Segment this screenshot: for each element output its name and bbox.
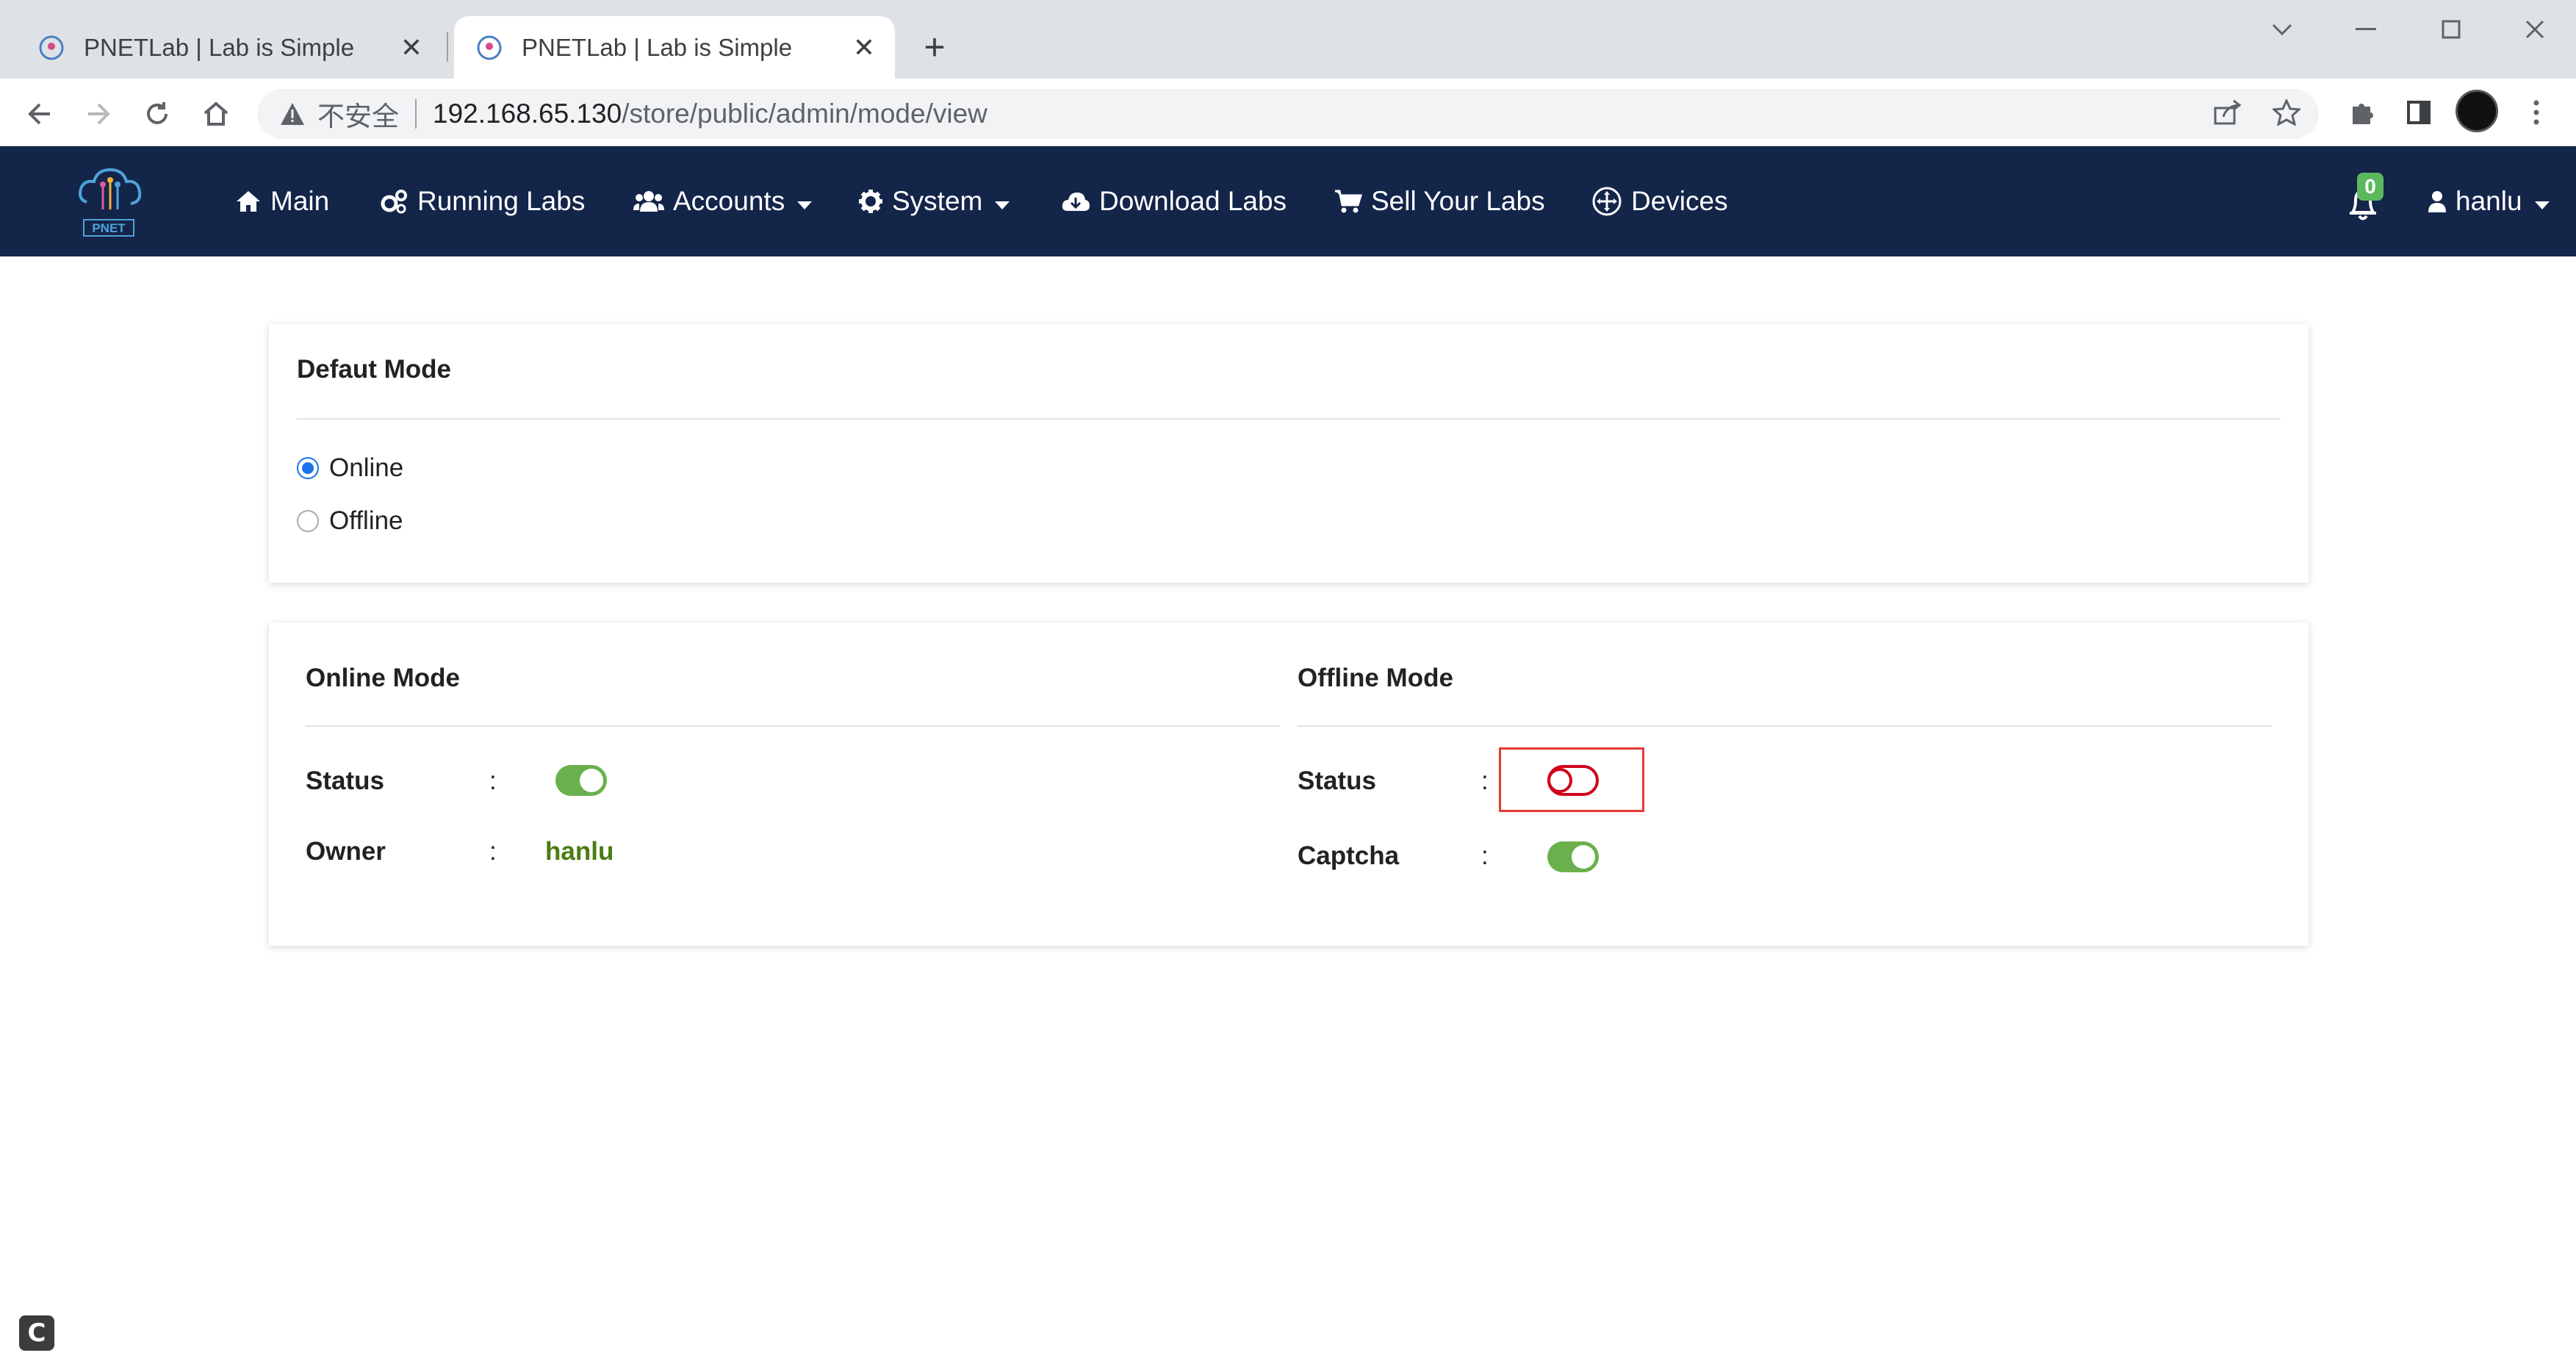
captcha-toggle[interactable] <box>1547 841 1599 872</box>
extensions-puzzle-icon[interactable] <box>2339 90 2383 134</box>
offline-mode-title: Offline Mode <box>1298 664 1453 692</box>
radio-online-label[interactable]: Online <box>329 453 403 483</box>
colon: : <box>1481 841 1489 870</box>
caret-down-icon <box>994 186 1010 217</box>
address-bar[interactable]: 不安全 192.168.65.130 /store/public/admin/m… <box>257 89 2319 139</box>
pnetlab-favicon-icon <box>37 33 66 62</box>
browser-profile-avatar[interactable] <box>2456 90 2498 132</box>
cogs-icon <box>379 189 409 214</box>
gear-icon <box>858 189 883 214</box>
nav-download-labs-label: Download Labs <box>1099 186 1287 216</box>
cloud-download-icon <box>1061 190 1090 212</box>
nav-main-label: Main <box>270 186 330 216</box>
nav-accounts-label: Accounts <box>673 186 785 216</box>
window-close-icon[interactable] <box>2513 10 2557 49</box>
radio-offline-row[interactable]: Offline <box>297 506 403 536</box>
app-navbar: PNET Main Running Labs Accounts System D… <box>0 146 2576 256</box>
nav-download-labs[interactable]: Download Labs <box>1061 146 1287 256</box>
user-name: hanlu <box>2456 186 2522 216</box>
radio-online-row[interactable]: Online <box>297 453 403 483</box>
default-mode-panel: Defaut Mode Online Offline <box>269 324 2309 583</box>
pnetlab-logo[interactable]: PNET <box>73 164 144 237</box>
browser-menu-icon[interactable] <box>2514 90 2558 134</box>
cart-icon <box>1334 189 1362 214</box>
caret-down-icon <box>2534 186 2550 217</box>
home-icon[interactable] <box>195 93 237 134</box>
browser-toolbar: 不安全 192.168.65.130 /store/public/admin/m… <box>0 79 2576 146</box>
maximize-icon[interactable] <box>2429 10 2473 49</box>
caret-down-icon <box>796 186 813 217</box>
browser-tab-strip: PNETLab | Lab is Simple ✕ PNETLab | Lab … <box>0 0 2576 79</box>
home-icon <box>235 190 262 213</box>
annotation-highlight-box <box>1499 747 1644 812</box>
tab-separator <box>447 32 448 62</box>
pnetlab-favicon-icon <box>475 33 504 62</box>
divider <box>306 725 1280 727</box>
browser-tab-2[interactable]: PNETLab | Lab is Simple ✕ <box>454 16 895 79</box>
reload-icon[interactable] <box>137 93 178 134</box>
side-panel-icon[interactable] <box>2397 90 2441 134</box>
online-mode-title: Online Mode <box>306 664 460 692</box>
notification-count-badge[interactable]: 0 <box>2357 173 2383 201</box>
offline-status-label: Status <box>1298 766 1376 795</box>
url-path: /store/public/admin/mode/view <box>622 98 987 129</box>
colon: : <box>489 837 497 866</box>
arrows-icon <box>1591 186 1622 217</box>
url-host: 192.168.65.130 <box>433 98 622 129</box>
nav-system-label: System <box>892 186 983 216</box>
nav-sell-your-labs[interactable]: Sell Your Labs <box>1334 146 1545 256</box>
share-icon[interactable] <box>2206 90 2250 134</box>
colon: : <box>1481 766 1489 795</box>
nav-devices-label: Devices <box>1631 186 1728 216</box>
nav-running-labs-label: Running Labs <box>417 186 586 216</box>
corner-app-icon[interactable]: C <box>19 1315 54 1351</box>
users-icon <box>633 190 664 213</box>
radio-online[interactable] <box>297 457 319 479</box>
nav-system[interactable]: System <box>858 146 1010 256</box>
default-mode-title: Defaut Mode <box>297 355 451 384</box>
radio-offline-label[interactable]: Offline <box>329 506 403 536</box>
tab-title: PNETLab | Lab is Simple <box>84 33 355 61</box>
owner-label: Owner <box>306 837 386 866</box>
radio-offline[interactable] <box>297 510 319 532</box>
browser-tab-1[interactable]: PNETLab | Lab is Simple ✕ <box>16 16 442 79</box>
tab-title: PNETLab | Lab is Simple <box>522 33 793 61</box>
colon: : <box>489 766 497 795</box>
nav-accounts[interactable]: Accounts <box>633 146 813 256</box>
url-separator <box>415 99 417 129</box>
owner-value: hanlu <box>545 837 614 866</box>
nav-main[interactable]: Main <box>235 146 329 256</box>
logo-text: PNET <box>92 221 126 235</box>
close-tab-icon[interactable]: ✕ <box>397 32 426 62</box>
back-arrow-icon[interactable] <box>19 93 60 134</box>
not-secure-label[interactable]: 不安全 <box>317 94 399 134</box>
online-status-label: Status <box>306 766 384 795</box>
warning-icon[interactable] <box>278 99 307 129</box>
user-menu[interactable]: hanlu <box>2428 146 2550 256</box>
forward-arrow-icon[interactable] <box>78 93 119 134</box>
captcha-label: Captcha <box>1298 841 1400 870</box>
nav-running-labs[interactable]: Running Labs <box>379 146 585 256</box>
new-tab-button[interactable]: + <box>915 26 954 68</box>
tab-search-chevron-icon[interactable] <box>2260 10 2304 49</box>
mode-settings-panel: Online Mode Status : Owner : hanlu Offli… <box>269 622 2309 946</box>
user-icon <box>2428 190 2447 213</box>
nav-devices[interactable]: Devices <box>1591 146 1728 256</box>
minimize-icon[interactable] <box>2344 10 2388 49</box>
close-tab-icon[interactable]: ✕ <box>849 32 879 62</box>
online-status-toggle[interactable] <box>555 765 607 796</box>
nav-sell-your-labs-label: Sell Your Labs <box>1371 186 1545 216</box>
divider <box>1298 725 2272 727</box>
divider <box>297 418 2281 420</box>
bookmark-star-icon[interactable] <box>2264 90 2309 134</box>
